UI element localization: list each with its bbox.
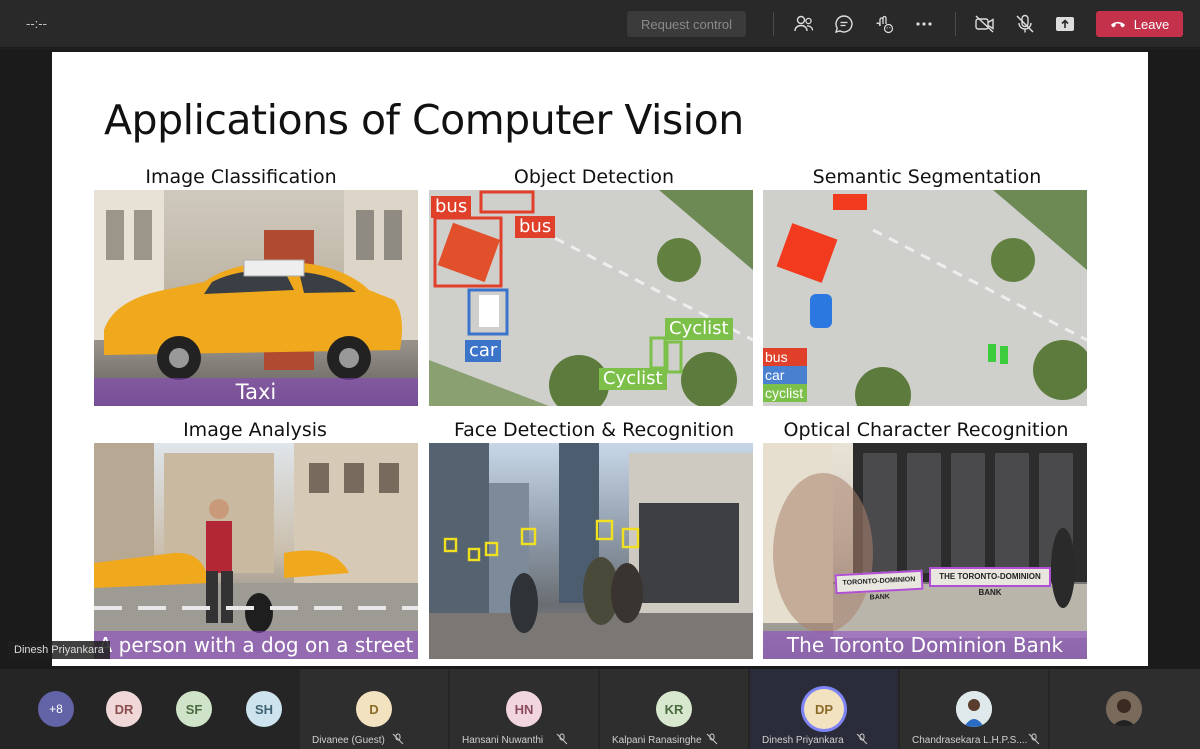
caption-image-classification: Image Classification: [145, 166, 337, 188]
more-icon[interactable]: [912, 12, 936, 36]
participants-icon[interactable]: [792, 12, 816, 36]
bank-building-illustration: [763, 443, 1087, 638]
caption-face-detection: Face Detection & Recognition: [453, 419, 735, 441]
reactions-icon[interactable]: [872, 12, 896, 36]
classification-label-banner: Taxi: [94, 378, 418, 406]
mic-off-icon: [392, 733, 404, 745]
legend-bus: bus: [763, 348, 807, 366]
detection-label-bus: bus: [515, 216, 556, 238]
hang-up-icon: [1110, 22, 1125, 28]
detection-label-car: car: [465, 340, 502, 362]
analysis-caption-banner: A person with a dog on a street: [94, 631, 418, 659]
ocr-sign-box: THE TORONTO-DOMINION BANK: [929, 567, 1051, 597]
crowd-illustration: [429, 443, 753, 659]
presentation-slide: Applications of Computer Vision Image Cl…: [52, 52, 1148, 666]
participant-name: Dinesh Priyankara: [762, 735, 844, 746]
participant-avatar[interactable]: SH: [246, 691, 282, 727]
slide-title: Applications of Computer Vision: [104, 96, 744, 144]
street-aerial-illustration: [429, 190, 753, 406]
toolbar-divider: [955, 12, 956, 36]
ocr-photo: TORONTO-DOMINION BANK THE TORONTO-DOMINI…: [763, 443, 1087, 659]
participant-tile[interactable]: Chandrasekara L.H.P.S....: [900, 669, 1048, 749]
participant-gallery: +8 DR SF SH D Divanee (Guest) HN Hansani…: [0, 669, 1200, 749]
participant-photo-avatar: [956, 691, 992, 727]
mic-off-icon: [1028, 733, 1040, 745]
caption-object-detection: Object Detection: [513, 166, 675, 188]
caption-image-analysis: Image Analysis: [183, 419, 327, 441]
chat-icon[interactable]: [832, 12, 856, 36]
participant-name: Hansani Nuwanthi: [462, 735, 544, 746]
participant-name: Chandrasekara L.H.P.S....: [912, 735, 1028, 746]
self-photo-avatar: [1106, 691, 1142, 727]
participant-tile[interactable]: D Divanee (Guest): [300, 669, 448, 749]
legend-car: car: [763, 366, 807, 384]
shared-content-stage: Applications of Computer Vision Image Cl…: [0, 49, 1200, 669]
image-classification-photo: Taxi: [94, 190, 418, 406]
taxi-illustration: [94, 190, 418, 380]
leave-button[interactable]: Leave: [1096, 11, 1183, 37]
detection-label-bus: bus: [431, 196, 472, 218]
participant-tile[interactable]: HN Hansani Nuwanthi: [450, 669, 598, 749]
semantic-segmentation-photo: bus car cyclist: [763, 190, 1087, 406]
camera-off-icon[interactable]: [973, 12, 997, 36]
image-analysis-photo: A person with a dog on a street: [94, 443, 418, 659]
participant-avatar: DP: [804, 689, 844, 729]
more-participants-button[interactable]: +8: [38, 691, 74, 727]
mic-off-icon: [856, 733, 868, 745]
participant-avatar[interactable]: SF: [176, 691, 212, 727]
share-screen-icon[interactable]: [1053, 12, 1077, 36]
participant-avatar: HN: [506, 691, 542, 727]
toolbar-divider: [773, 12, 774, 36]
leave-label: Leave: [1133, 16, 1170, 32]
ocr-text-banner: The Toronto Dominion Bank: [763, 631, 1087, 659]
segmented-street-illustration: [763, 190, 1087, 406]
street-dog-illustration: [94, 443, 418, 659]
face-detection-photo: [429, 443, 753, 659]
participant-tile[interactable]: KR Kalpani Ranasinghe: [600, 669, 748, 749]
mic-off-icon: [556, 733, 568, 745]
participant-name: Kalpani Ranasinghe: [612, 735, 702, 746]
request-control-button[interactable]: Request control: [627, 11, 746, 37]
participant-avatar[interactable]: DR: [106, 691, 142, 727]
profile-photo-icon: [1106, 691, 1142, 727]
self-video-tile[interactable]: [1050, 669, 1200, 749]
active-speaker-name: Dinesh Priyankara: [8, 641, 110, 659]
meeting-timer: --:--: [26, 16, 47, 31]
participant-avatar: KR: [656, 691, 692, 727]
mic-off-icon[interactable]: [1013, 12, 1037, 36]
caption-semantic-segmentation: Semantic Segmentation: [812, 166, 1042, 188]
mic-off-icon: [706, 733, 718, 745]
object-detection-photo: bus bus car Cyclist Cyclist: [429, 190, 753, 406]
meeting-toolbar: --:-- Request control Leave: [0, 0, 1200, 48]
caption-ocr: Optical Character Recognition: [783, 419, 1069, 441]
participant-name: Divanee (Guest): [312, 735, 385, 746]
participant-tile-speaking[interactable]: DP Dinesh Priyankara: [750, 669, 898, 749]
participant-avatar: D: [356, 691, 392, 727]
profile-photo-icon: [956, 691, 992, 727]
detection-label-cyclist: Cyclist: [665, 318, 733, 340]
detection-label-cyclist: Cyclist: [599, 368, 667, 390]
legend-cyclist: cyclist: [763, 384, 807, 402]
